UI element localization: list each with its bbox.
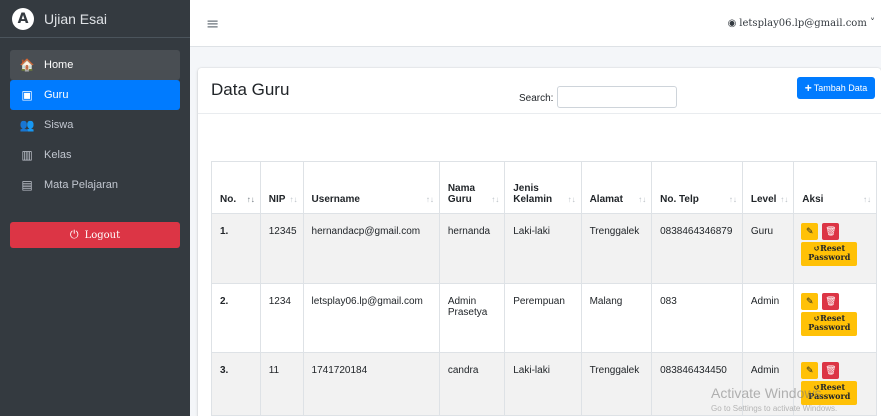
sidebar-item-kelas[interactable]: ▥ Kelas <box>10 140 180 170</box>
brand-title: Ujian Esai <box>44 10 108 27</box>
col-header-username[interactable]: Username ↑↓ <box>302 161 440 214</box>
logout-label: Logout <box>84 229 121 241</box>
cell-username: letsplay06.lp@gmail.com <box>302 283 440 353</box>
sidebar-item-label: Mata Pelajaran <box>44 179 118 191</box>
sort-icon: ↑↓ <box>567 195 576 204</box>
brand-logo: A <box>12 7 34 30</box>
col-header-aksi[interactable]: Aksi ↑↓ <box>793 161 877 214</box>
user-menu[interactable]: ◉ letsplay06.lp@gmail.com ˅ <box>728 18 875 29</box>
chalkboard-icon: ▣ <box>21 88 33 102</box>
table-row: 2. 1234 letsplay06.lp@gmail.com Admin Pr… <box>211 283 877 353</box>
home-icon: 🏠 <box>19 58 35 72</box>
sidebar-item-label: Siswa <box>44 119 74 131</box>
edit-icon: ✎ <box>806 226 814 236</box>
cell-level: Admin <box>741 283 795 353</box>
cell-alamat: Trenggalek <box>580 352 653 416</box>
app-root: A Ujian Esai 🏠 Home ▣ Guru 👥 Siswa ▥ Kel… <box>0 0 881 416</box>
sort-icon: ↑↓ <box>728 195 737 204</box>
sort-icon: ↑↓ <box>491 195 500 204</box>
edit-button[interactable]: ✎ <box>801 223 819 240</box>
sidebar-item-mata-pelajaran[interactable]: ▤ Mata Pelajaran <box>10 170 180 200</box>
cell-level: Guru <box>741 213 795 284</box>
col-header-nip[interactable]: NIP ↑↓ <box>259 161 304 214</box>
cell-no: 2. <box>211 283 261 353</box>
table-header-row: No. ↑↓ NIP ↑↓ Username ↑↓ Nama Guru ↑↓ Jenis… <box>211 161 877 214</box>
cell-alamat: Trenggalek <box>580 213 653 284</box>
sidebar-item-guru[interactable]: ▣ Guru <box>10 80 180 110</box>
top-navbar: ≡ ◉ letsplay06.lp@gmail.com ˅ <box>190 0 881 47</box>
user-email: letsplay06.lp@gmail.com <box>739 18 867 29</box>
cell-nip: 12345 <box>259 213 304 284</box>
card-header: Data Guru + Tambah Data <box>198 68 881 114</box>
delete-button[interactable]: 🗑 <box>822 362 840 379</box>
building-icon: ▥ <box>21 148 33 162</box>
book-icon: ▤ <box>21 178 33 192</box>
col-header-jenis-kelamin[interactable]: Jenis Kelamin ↑↓ <box>504 161 582 214</box>
trash-icon: 🗑 <box>825 226 837 236</box>
cell-aksi: ✎ 🗑 ↺Reset Password <box>793 213 877 284</box>
sort-icon: ↑↓ <box>780 195 789 204</box>
edit-icon: ✎ <box>806 365 814 375</box>
sidebar-item-label: Kelas <box>44 149 72 161</box>
col-header-alamat[interactable]: Alamat ↑↓ <box>580 161 653 214</box>
cell-jenis-kelamin: Laki-laki <box>504 352 582 416</box>
trash-icon: 🗑 <box>825 296 837 306</box>
cell-nip: 1234 <box>259 283 304 353</box>
user-circle-icon: ◉ <box>727 18 737 29</box>
table-row: 1. 12345 hernandacp@gmail.com hernanda L… <box>211 213 877 284</box>
cell-no-telp: 0838464346879 <box>651 213 743 284</box>
brand-link[interactable]: A Ujian Esai <box>0 0 190 38</box>
cell-nama-guru: candra <box>438 352 506 416</box>
reset-password-button[interactable]: ↺Reset Password <box>801 242 858 266</box>
sidebar-nav: 🏠 Home ▣ Guru 👥 Siswa ▥ Kelas ▤ Mata Pel… <box>0 50 190 200</box>
search-label: Search: <box>519 93 554 104</box>
logout-button[interactable]: ⏻ Logout <box>10 222 180 248</box>
cell-alamat: Malang <box>580 283 653 353</box>
cell-jenis-kelamin: Laki-laki <box>504 213 582 284</box>
trash-icon: 🗑 <box>825 365 837 375</box>
plus-icon: + <box>804 81 812 95</box>
reset-password-button[interactable]: ↺Reset Password <box>801 312 858 336</box>
cell-username: hernandacp@gmail.com <box>302 213 440 284</box>
sidebar-item-home[interactable]: 🏠 Home <box>10 50 180 80</box>
activate-windows-watermark: Activate Windows <box>711 385 822 401</box>
col-header-level[interactable]: Level ↑↓ <box>741 161 795 214</box>
sidebar-item-label: Guru <box>44 89 69 101</box>
sort-icon: ↑↓ <box>863 195 871 204</box>
cell-username: 1741720184 <box>302 352 440 416</box>
search-input[interactable] <box>557 86 677 108</box>
cell-no: 3. <box>211 352 261 416</box>
edit-button[interactable]: ✎ <box>801 293 819 310</box>
delete-button[interactable]: 🗑 <box>822 293 840 310</box>
chevron-down-icon: ˅ <box>866 18 875 29</box>
guru-table: No. ↑↓ NIP ↑↓ Username ↑↓ Nama Guru ↑↓ Jenis… <box>211 161 877 416</box>
edit-button[interactable]: ✎ <box>801 362 819 379</box>
cell-jenis-kelamin: Perempuan <box>504 283 582 353</box>
cell-nama-guru: Admin Prasetya <box>438 283 506 353</box>
sidebar-item-siswa[interactable]: 👥 Siswa <box>10 110 180 140</box>
add-data-button[interactable]: + Tambah Data <box>797 77 875 99</box>
sidebar-item-label: Home <box>44 59 74 71</box>
activate-windows-hint: Go to Settings to activate Windows. <box>711 404 838 413</box>
sort-icon: ↑↓ <box>289 195 298 204</box>
cell-aksi: ✎ 🗑 ↺Reset Password <box>793 283 877 353</box>
col-header-no[interactable]: No. ↑↓ <box>211 161 261 214</box>
cell-no-telp: 083 <box>651 283 743 353</box>
menu-toggle-icon[interactable]: ≡ <box>206 14 219 33</box>
sort-icon: ↑↓ <box>425 195 434 204</box>
users-icon: 👥 <box>19 118 35 132</box>
edit-icon: ✎ <box>806 296 814 306</box>
page-title: Data Guru <box>211 80 290 99</box>
cell-nip: 11 <box>259 352 304 416</box>
power-icon: ⏻ <box>69 228 79 241</box>
col-header-no-telp[interactable]: No. Telp ↑↓ <box>651 161 743 214</box>
cell-no: 1. <box>211 213 261 284</box>
col-header-nama-guru[interactable]: Nama Guru ↑↓ <box>438 161 506 214</box>
cell-nama-guru: hernanda <box>438 213 506 284</box>
delete-button[interactable]: 🗑 <box>822 223 840 240</box>
add-data-label: Tambah Data <box>813 83 868 93</box>
sort-icon: ↑↓ <box>638 195 647 204</box>
sidebar: A Ujian Esai 🏠 Home ▣ Guru 👥 Siswa ▥ Kel… <box>0 0 190 416</box>
sort-asc-icon: ↑↓ <box>246 195 255 204</box>
